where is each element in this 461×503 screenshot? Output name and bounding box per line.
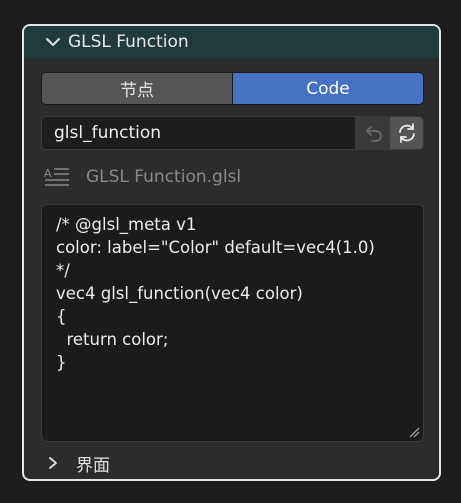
code-editor[interactable]: /* @glsl_meta v1 color: label="Color" de… [41, 204, 424, 442]
tab-nodes[interactable]: 节点 [42, 73, 232, 104]
undo-icon [365, 126, 382, 142]
interface-subpanel-header[interactable]: 界面 [46, 450, 110, 476]
code-line: } [56, 353, 67, 372]
code-line: /* @glsl_meta v1 [56, 215, 197, 234]
undo-button[interactable] [356, 116, 390, 150]
file-name: GLSL Function.glsl [86, 167, 242, 187]
tab-code[interactable]: Code [232, 73, 423, 104]
refresh-icon [398, 123, 415, 143]
chevron-right-icon [49, 457, 57, 469]
subpanel-label: 界面 [76, 455, 110, 476]
resize-grip-icon[interactable] [408, 426, 420, 438]
code-line: */ [56, 261, 70, 280]
code-line: color: label="Color" default=vec4(1.0) [56, 238, 375, 257]
panel-title: GLSL Function [68, 32, 189, 52]
code-line: { [56, 307, 67, 326]
refresh-button[interactable] [390, 116, 424, 150]
file-row: A GLSL Function.glsl [44, 164, 241, 190]
mode-tabs: 节点 Code [41, 72, 424, 105]
text-file-icon: A [44, 167, 69, 186]
code-line: return color; [56, 330, 169, 349]
panel-header[interactable]: GLSL Function [24, 26, 439, 58]
svg-text:A: A [44, 167, 52, 180]
glsl-function-panel: GLSL Function 节点 Code glsl_function A GL… [22, 24, 441, 481]
function-name-row: glsl_function [41, 116, 424, 150]
function-name-field[interactable]: glsl_function [41, 116, 356, 150]
code-line: vec4 glsl_function(vec4 color) [56, 284, 303, 303]
chevron-down-icon [46, 38, 60, 46]
